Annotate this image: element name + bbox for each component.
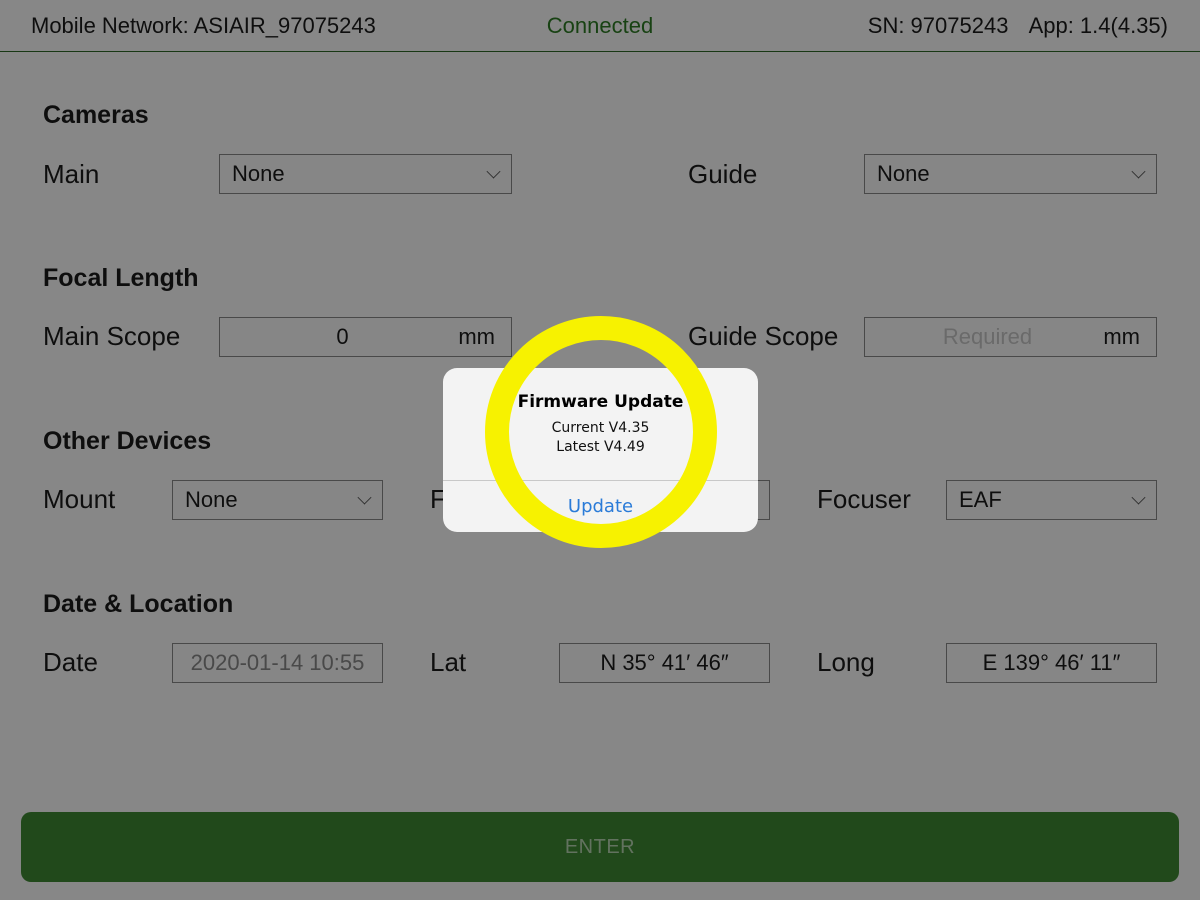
highlight-ring [485,316,717,548]
